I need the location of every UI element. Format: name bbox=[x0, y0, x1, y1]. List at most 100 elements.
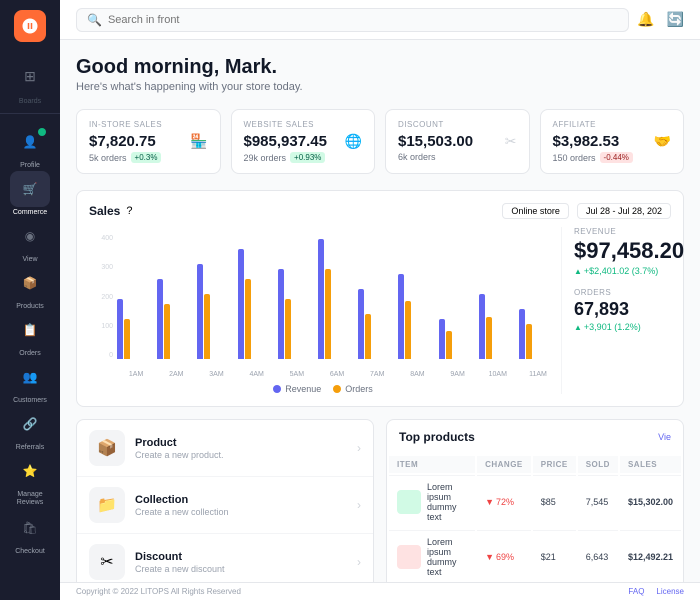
product-price-cell-1: $21 bbox=[533, 530, 576, 582]
refresh-icon[interactable]: 🔄 bbox=[667, 11, 684, 28]
quick-item-product[interactable]: 📦 Product Create a new product. › bbox=[77, 420, 373, 477]
date-range-btn[interactable]: Jul 28 - Jul 28, 202 bbox=[577, 203, 671, 219]
footer-links: FAQ License bbox=[628, 587, 684, 596]
store-filter-btn[interactable]: Online store bbox=[502, 203, 569, 219]
orders-legend-dot bbox=[333, 385, 341, 393]
bar-group bbox=[519, 309, 557, 359]
product-name-cell-0: Lorem ipsum dummy text bbox=[389, 475, 475, 528]
x-axis-label: 11AM bbox=[519, 371, 557, 378]
sidebar-item-products[interactable]: 📦 bbox=[10, 265, 50, 301]
stat-affiliate-badge: -0.44% bbox=[600, 152, 633, 163]
orders-bar bbox=[325, 269, 331, 359]
chart-main: 400 300 200 100 0 1AM2AM3AM4AM5AM6AM7AM8… bbox=[89, 227, 557, 394]
revenue-change: ▲ +$2,401.02 (3.7%) bbox=[574, 266, 671, 276]
revenue-bar bbox=[479, 294, 485, 359]
stat-instore-value: $7,820.75 bbox=[89, 133, 161, 150]
orders-bar bbox=[245, 279, 251, 359]
x-axis-label: 3AM bbox=[197, 371, 235, 378]
topbar-icons: 🔔 🔄 bbox=[637, 11, 684, 28]
bell-icon[interactable]: 🔔 bbox=[637, 11, 654, 28]
orders-value: 67,893 bbox=[574, 299, 671, 320]
revenue-bar bbox=[439, 319, 445, 359]
sidebar-item-referrals[interactable]: 🔗 bbox=[10, 406, 50, 442]
revenue-bar bbox=[117, 299, 123, 359]
orders-bar bbox=[164, 304, 170, 359]
sales-info-icon[interactable]: ? bbox=[126, 205, 132, 217]
product-sales-cell-0: $15,302.00 bbox=[620, 475, 681, 528]
x-axis-label: 1AM bbox=[117, 371, 155, 378]
discount-title: Discount bbox=[135, 551, 357, 563]
products-header: Top products Vie bbox=[387, 420, 683, 454]
product-arrow-icon: › bbox=[357, 441, 361, 455]
stat-card-discount: DISCOUNT $15,503.00 6k orders ✂ bbox=[385, 109, 530, 174]
page-title: Good morning, Mark. bbox=[76, 56, 684, 79]
revenue-bar bbox=[398, 274, 404, 359]
sidebar-item-profile[interactable]: 👤 bbox=[10, 124, 50, 160]
products-header-row: ITEM CHANGE PRICE SOLD SALES bbox=[389, 456, 681, 473]
product-icon: 📦 bbox=[89, 430, 125, 466]
products-view-link[interactable]: Vie bbox=[658, 432, 671, 442]
collection-icon: 📁 bbox=[89, 487, 125, 523]
discount-desc: Create a new discount bbox=[135, 564, 357, 574]
product-change-cell-0: ▼ 72% bbox=[477, 475, 531, 528]
sidebar-item-reviews[interactable]: ⭐ bbox=[10, 453, 50, 489]
sales-title: Sales bbox=[89, 204, 120, 218]
x-axis-label: 8AM bbox=[398, 371, 436, 378]
orders-bar bbox=[405, 301, 411, 359]
sidebar-item-orders[interactable]: 📋 bbox=[10, 312, 50, 348]
stat-discount-label: DISCOUNT bbox=[398, 120, 517, 129]
search-input[interactable] bbox=[108, 14, 618, 26]
stat-affiliate-icon: 🤝 bbox=[654, 133, 671, 150]
page-subtitle: Here's what's happening with your store … bbox=[76, 81, 684, 93]
orders-label: ORDERS bbox=[574, 288, 671, 297]
stat-website-icon: 🌐 bbox=[345, 133, 362, 150]
x-axis-label: 9AM bbox=[439, 371, 477, 378]
products-table-head: ITEM CHANGE PRICE SOLD SALES bbox=[389, 456, 681, 473]
search-bar[interactable]: 🔍 bbox=[76, 8, 629, 32]
orders-change: ▲ +3,901 (1.2%) bbox=[574, 322, 671, 332]
footer: Copyright © 2022 LITOPS All Rights Reser… bbox=[60, 582, 700, 600]
bar-chart bbox=[117, 227, 557, 367]
stat-instore-badge: +0.3% bbox=[131, 152, 162, 163]
sidebar-item-checkout[interactable]: 🛍 bbox=[10, 510, 50, 546]
collection-title: Collection bbox=[135, 494, 357, 506]
sidebar-item-boards[interactable]: ⊞ bbox=[10, 58, 50, 94]
x-axis-label: 2AM bbox=[157, 371, 195, 378]
x-axis-label: 10AM bbox=[479, 371, 517, 378]
orders-bar bbox=[526, 324, 532, 359]
orders-legend-label: Orders bbox=[345, 384, 373, 394]
bar-group bbox=[238, 249, 276, 359]
revenue-legend-dot bbox=[273, 385, 281, 393]
revenue-block: REVENUE $97,458.20 ▲ +$2,401.02 (3.7%) bbox=[574, 227, 671, 276]
bar-group bbox=[117, 299, 155, 359]
sidebar-item-customers[interactable]: 👥 bbox=[10, 359, 50, 395]
profile-badge bbox=[38, 128, 46, 136]
legend-orders: Orders bbox=[333, 384, 373, 394]
table-row: Lorem ipsum dummy text ▼ 72% $85 7,545 $… bbox=[389, 475, 681, 528]
stat-website-badge: +0.93% bbox=[290, 152, 325, 163]
sidebar-view-label: View bbox=[22, 256, 37, 263]
chart-header: Sales ? Online store Jul 28 - Jul 28, 20… bbox=[89, 203, 671, 219]
product-price-cell-0: $85 bbox=[533, 475, 576, 528]
x-axis-label: 5AM bbox=[278, 371, 316, 378]
sidebar-reviews-label: Manage Reviews bbox=[4, 491, 56, 508]
footer-faq-link[interactable]: FAQ bbox=[628, 587, 644, 596]
orders-bar bbox=[486, 317, 492, 359]
col-change: CHANGE bbox=[477, 456, 531, 473]
revenue-bar bbox=[157, 279, 163, 359]
sidebar-item-view[interactable]: ◉ bbox=[10, 218, 50, 254]
stat-card-instore: IN-STORE SALES $7,820.75 5k orders +0.3%… bbox=[76, 109, 221, 174]
bar-group bbox=[318, 239, 356, 359]
topbar: 🔍 🔔 🔄 bbox=[60, 0, 700, 40]
bar-group bbox=[157, 279, 195, 359]
collection-desc: Create a new collection bbox=[135, 507, 357, 517]
quick-item-collection[interactable]: 📁 Collection Create a new collection › bbox=[77, 477, 373, 534]
footer-license-link[interactable]: License bbox=[656, 587, 684, 596]
app-logo[interactable] bbox=[14, 10, 46, 42]
stat-instore-label: IN-STORE SALES bbox=[89, 120, 208, 129]
sidebar-item-commerce[interactable]: 🛒 bbox=[10, 171, 50, 207]
sales-card: Sales ? Online store Jul 28 - Jul 28, 20… bbox=[76, 190, 684, 407]
revenue-label: REVENUE bbox=[574, 227, 671, 236]
stat-website-value: $985,937.45 bbox=[244, 133, 327, 150]
quick-item-discount[interactable]: ✂ Discount Create a new discount › bbox=[77, 534, 373, 582]
